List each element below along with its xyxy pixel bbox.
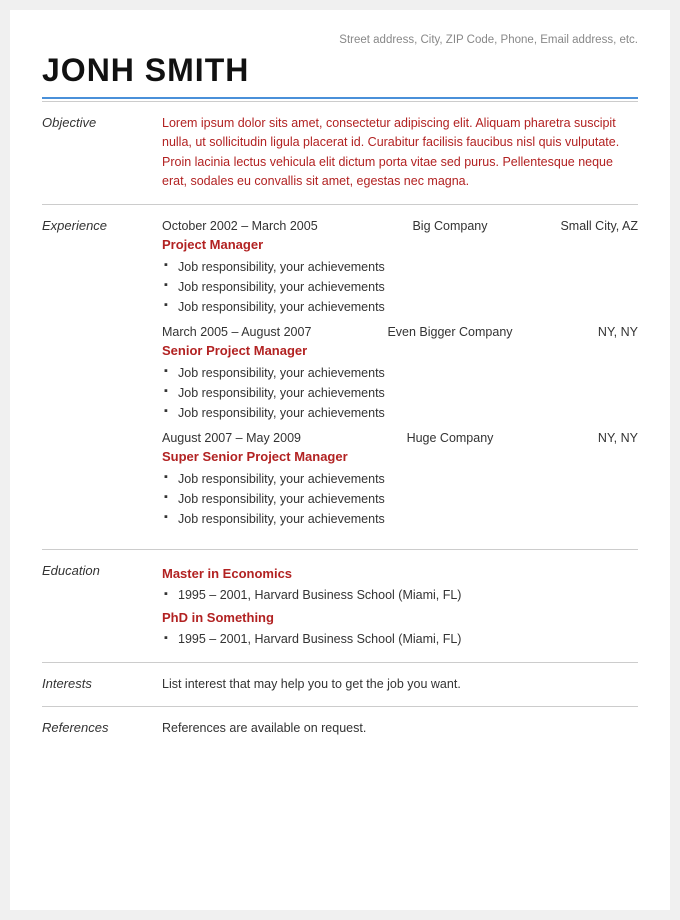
experience-label: Experience	[42, 217, 162, 537]
resume-page: Street address, City, ZIP Code, Phone, E…	[10, 10, 670, 910]
education-section: Education Master in Economics 1995 – 2001…	[42, 550, 638, 664]
exp-location: NY, NY	[538, 325, 638, 339]
exp-title: Senior Project Manager	[162, 343, 638, 358]
interests-content: List interest that may help you to get t…	[162, 675, 638, 694]
exp-dates: March 2005 – August 2007	[162, 325, 362, 339]
list-item: Job responsibility, your achievements	[162, 469, 638, 489]
exp-location: Small City, AZ	[538, 219, 638, 233]
references-section: References References are available on r…	[42, 707, 638, 750]
list-item: Job responsibility, your achievements	[162, 489, 638, 509]
exp-row: March 2005 – August 2007 Even Bigger Comp…	[162, 325, 638, 339]
list-item: Job responsibility, your achievements	[162, 363, 638, 383]
references-content: References are available on request.	[162, 719, 638, 738]
list-item: Job responsibility, your achievements	[162, 383, 638, 403]
interests-label: Interests	[42, 675, 162, 694]
education-content: Master in Economics 1995 – 2001, Harvard …	[162, 562, 638, 651]
exp-company: Huge Company	[370, 431, 530, 445]
exp-company: Big Company	[370, 219, 530, 233]
list-item: Job responsibility, your achievements	[162, 257, 638, 277]
references-text: References are available on request.	[162, 719, 638, 738]
exp-dates: October 2002 – March 2005	[162, 219, 362, 233]
top-address: Street address, City, ZIP Code, Phone, E…	[42, 34, 638, 46]
address-text: Street address, City, ZIP Code, Phone, E…	[339, 34, 638, 46]
edu-item: 1995 – 2001, Harvard Business School (Mi…	[162, 629, 638, 650]
list-item: Job responsibility, your achievements	[162, 277, 638, 297]
experience-content: October 2002 – March 2005 Big Company Smal…	[162, 217, 638, 537]
objective-label: Objective	[42, 114, 162, 192]
list-item: Job responsibility, your achievements	[162, 509, 638, 529]
edu-item: 1995 – 2001, Harvard Business School (Mi…	[162, 585, 638, 606]
education-label: Education	[42, 562, 162, 651]
exp-dates: August 2007 – May 2009	[162, 431, 362, 445]
exp-row: October 2002 – March 2005 Big Company Smal…	[162, 219, 638, 233]
objective-section: Objective Lorem ipsum dolor sits amet, c…	[42, 102, 638, 205]
interests-text: List interest that may help you to get t…	[162, 675, 638, 694]
experience-section: Experience October 2002 – March 2005 Big …	[42, 205, 638, 550]
interests-section: Interests List interest that may help yo…	[42, 663, 638, 707]
edu-degree: Master in Economics	[162, 566, 638, 581]
exp-bullets: Job responsibility, your achievementsJob…	[162, 257, 638, 317]
references-label: References	[42, 719, 162, 738]
exp-title: Project Manager	[162, 237, 638, 252]
candidate-name: JONH SMITH	[42, 52, 638, 89]
exp-company: Even Bigger Company	[370, 325, 530, 339]
objective-content: Lorem ipsum dolor sits amet, consectetur…	[162, 114, 638, 192]
exp-bullets: Job responsibility, your achievementsJob…	[162, 363, 638, 423]
objective-text: Lorem ipsum dolor sits amet, consectetur…	[162, 114, 638, 192]
list-item: Job responsibility, your achievements	[162, 403, 638, 423]
exp-row: August 2007 – May 2009 Huge Company NY, NY	[162, 431, 638, 445]
exp-title: Super Senior Project Manager	[162, 449, 638, 464]
list-item: Job responsibility, your achievements	[162, 297, 638, 317]
edu-degree: PhD in Something	[162, 610, 638, 625]
blue-divider	[42, 97, 638, 99]
exp-location: NY, NY	[538, 431, 638, 445]
exp-bullets: Job responsibility, your achievementsJob…	[162, 469, 638, 529]
